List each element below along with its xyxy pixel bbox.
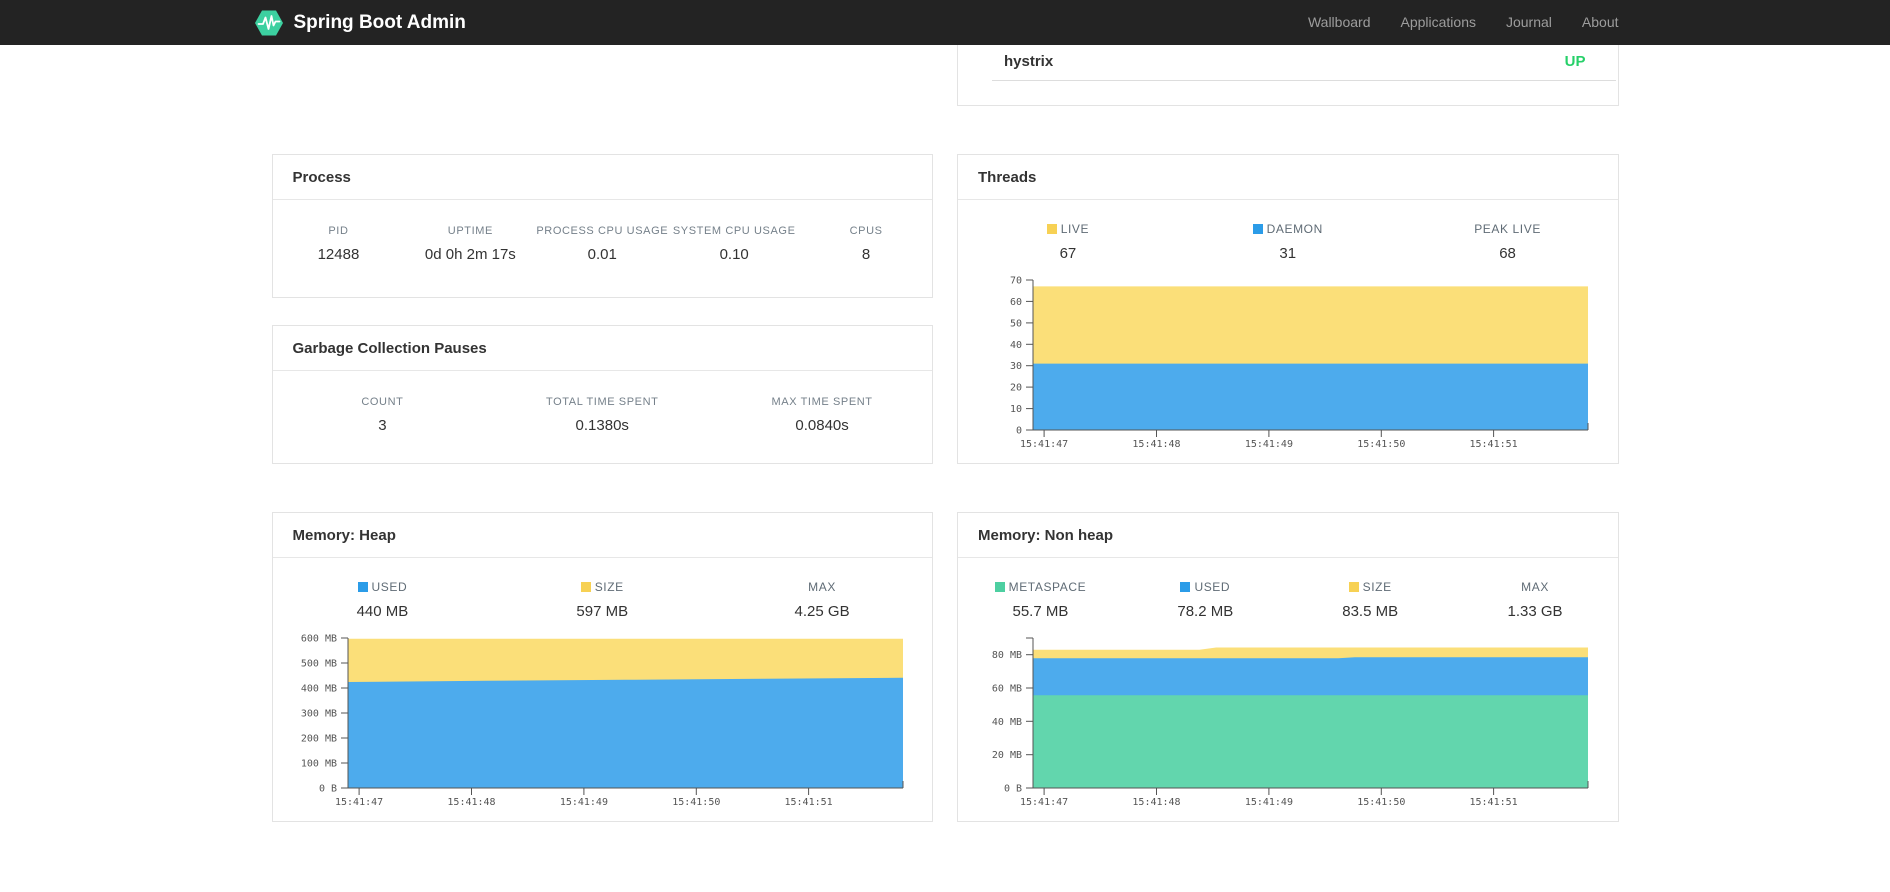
nonheap-card-title: Memory: Non heap xyxy=(958,513,1618,558)
svg-text:15:41:48: 15:41:48 xyxy=(447,797,495,808)
process-card: Process PID 12488 UPTIME 0d 0h 2m 17s PR… xyxy=(271,154,933,298)
svg-text:15:41:49: 15:41:49 xyxy=(1245,439,1293,450)
stat-pid: PID 12488 xyxy=(317,225,360,263)
svg-text:15:41:50: 15:41:50 xyxy=(672,797,720,808)
used-series-swatch xyxy=(357,582,368,592)
legend-item-size: SIZE 597 MB xyxy=(576,580,629,620)
stat-gc-total-time: TOTAL TIME SPENT 0.1380s xyxy=(545,396,659,434)
brand-link[interactable]: Spring Boot Admin xyxy=(254,8,466,38)
size-series-swatch xyxy=(1348,582,1359,592)
svg-text:60: 60 xyxy=(1010,297,1022,308)
nav-journal[interactable]: Journal xyxy=(1476,14,1552,30)
application-row: hystrix UP xyxy=(958,45,1618,80)
process-stats: PID 12488 UPTIME 0d 0h 2m 17s PROCESS CP… xyxy=(273,200,933,291)
legend-item-daemon: DAEMON 31 xyxy=(1178,222,1398,262)
heap-card-title: Memory: Heap xyxy=(272,513,932,558)
legend-item-peak-live: PEAK LIVE 68 xyxy=(1474,222,1541,262)
svg-text:15:41:51: 15:41:51 xyxy=(1470,439,1518,450)
threads-chart: 0 10 20 30 40 50 60 70 15:41:47 15:41:48 15:41:49 1… xyxy=(963,270,1618,455)
nav-about[interactable]: About xyxy=(1552,14,1619,30)
nav-wallboard[interactable]: Wallboard xyxy=(1278,14,1371,30)
svg-text:70: 70 xyxy=(1010,276,1022,287)
brand-title: Spring Boot Admin xyxy=(293,11,466,33)
stat-cpus: CPUS 8 xyxy=(849,225,883,263)
nav-applications[interactable]: Applications xyxy=(1370,14,1476,30)
legend-item-used: USED 440 MB xyxy=(356,580,409,620)
svg-text:15:41:50: 15:41:50 xyxy=(1357,797,1405,808)
daemon-series-swatch xyxy=(1252,224,1263,234)
legend-item-max: MAX 4.25 GB xyxy=(794,580,850,620)
memory-heap-card: Memory: Heap USED 440 MB SIZE 597 MB MAX… xyxy=(271,512,933,822)
svg-text:20 MB: 20 MB xyxy=(992,750,1022,761)
memory-heap-chart: 0 B 100 MB 200 MB 300 MB 400 MB 500 MB 600 MB 1… xyxy=(278,628,933,813)
svg-text:0: 0 xyxy=(1016,426,1022,437)
legend-item-size: SIZE 83.5 MB xyxy=(1342,580,1399,620)
threads-card-title: Threads xyxy=(958,155,1618,200)
nav-links: Wallboard Applications Journal About xyxy=(1278,14,1619,32)
svg-text:300 MB: 300 MB xyxy=(300,709,336,720)
legend-item-metaspace: METASPACE 55.7 MB xyxy=(958,580,1123,620)
row-divider xyxy=(992,80,1616,81)
svg-text:500 MB: 500 MB xyxy=(300,659,336,670)
nonheap-legend: METASPACE 55.7 MB USED 78.2 MB SIZE 83.5… xyxy=(958,558,1618,624)
live-series-swatch xyxy=(1046,224,1057,234)
stat-uptime: UPTIME 0d 0h 2m 17s xyxy=(424,225,516,263)
empty-left-column xyxy=(272,45,934,106)
svg-text:15:41:48: 15:41:48 xyxy=(1132,797,1180,808)
svg-text:15:41:47: 15:41:47 xyxy=(1020,439,1068,450)
svg-text:15:41:47: 15:41:47 xyxy=(1020,797,1068,808)
memory-nonheap-card: Memory: Non heap METASPACE 55.7 MB USED … xyxy=(957,512,1619,822)
svg-text:15:41:51: 15:41:51 xyxy=(1470,797,1518,808)
svg-text:40: 40 xyxy=(1010,340,1022,351)
legend-item-live: LIVE 67 xyxy=(958,222,1178,262)
main-content: hystrix UP Process PID 12488 UPTIME 0d 0 xyxy=(271,45,1619,822)
stat-gc-max-time: MAX TIME SPENT 0.0840s xyxy=(771,396,873,434)
svg-text:15:41:50: 15:41:50 xyxy=(1357,439,1405,450)
gc-pauses-card: Garbage Collection Pauses COUNT 3 TOTAL … xyxy=(271,325,933,464)
metaspace-series-swatch xyxy=(994,582,1005,592)
application-name-link[interactable]: hystrix xyxy=(1004,53,1053,70)
svg-text:15:41:49: 15:41:49 xyxy=(559,797,607,808)
svg-text:80 MB: 80 MB xyxy=(992,650,1022,661)
navbar: Spring Boot Admin Wallboard Applications… xyxy=(0,0,1890,45)
svg-text:50: 50 xyxy=(1010,318,1022,329)
svg-text:15:41:47: 15:41:47 xyxy=(335,797,383,808)
svg-text:400 MB: 400 MB xyxy=(300,684,336,695)
svg-text:100 MB: 100 MB xyxy=(300,759,336,770)
svg-text:60 MB: 60 MB xyxy=(992,684,1022,695)
spring-boot-admin-logo-icon xyxy=(254,8,284,38)
svg-text:10: 10 xyxy=(1010,404,1022,415)
svg-text:0 B: 0 B xyxy=(318,784,336,795)
heap-legend: USED 440 MB SIZE 597 MB MAX 4.25 GB xyxy=(273,558,933,624)
size-series-swatch xyxy=(580,582,591,592)
svg-text:600 MB: 600 MB xyxy=(300,634,336,645)
legend-item-used: USED 78.2 MB xyxy=(1177,580,1234,620)
svg-text:15:41:49: 15:41:49 xyxy=(1245,797,1293,808)
gc-stats: COUNT 3 TOTAL TIME SPENT 0.1380s MAX TIM… xyxy=(273,371,933,462)
svg-text:40 MB: 40 MB xyxy=(992,717,1022,728)
svg-text:15:41:48: 15:41:48 xyxy=(1132,439,1180,450)
application-status-badge: UP xyxy=(1564,53,1586,70)
svg-text:200 MB: 200 MB xyxy=(300,734,336,745)
threads-legend: LIVE 67 DAEMON 31 PEAK LIVE 68 xyxy=(958,200,1618,266)
used-series-swatch xyxy=(1180,582,1191,592)
stat-process-cpu-usage: PROCESS CPU USAGE 0.01 xyxy=(536,225,669,263)
stat-gc-count: COUNT 3 xyxy=(361,396,404,434)
svg-text:30: 30 xyxy=(1010,361,1022,372)
threads-card: Threads LIVE 67 DAEMON 31 PEAK LIVE 68 0… xyxy=(957,154,1619,464)
process-card-title: Process xyxy=(272,155,932,200)
svg-text:0 B: 0 B xyxy=(1004,784,1022,795)
svg-text:15:41:51: 15:41:51 xyxy=(784,797,832,808)
gc-card-title: Garbage Collection Pauses xyxy=(272,326,932,371)
legend-item-max: MAX 1.33 GB xyxy=(1507,580,1563,620)
stat-system-cpu-usage: SYSTEM CPU USAGE 0.10 xyxy=(672,225,796,263)
svg-text:20: 20 xyxy=(1010,383,1022,394)
application-status-card: hystrix UP xyxy=(957,45,1619,106)
memory-nonheap-chart: 0 B 20 MB 40 MB 60 MB 80 MB 15:41:47 15:41:48 1… xyxy=(963,628,1618,813)
